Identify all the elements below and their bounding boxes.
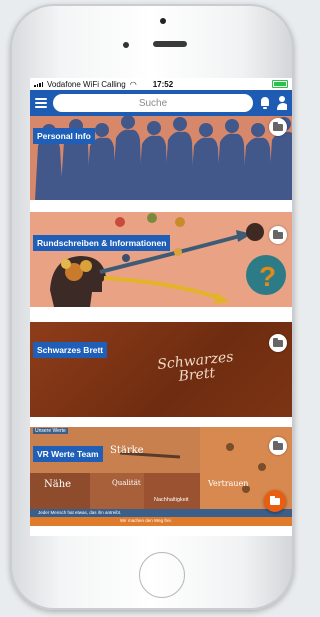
add-folder-fab[interactable] bbox=[264, 490, 286, 512]
hamburger-menu-icon[interactable] bbox=[35, 98, 47, 108]
values-caption: Jeder Mensch hat etwas, das ihn antreibt… bbox=[38, 510, 122, 515]
folder-icon[interactable] bbox=[269, 118, 287, 136]
channel-feed: Personal Info ? Rundschreiben & Informat… bbox=[30, 116, 292, 536]
battery-icon bbox=[272, 80, 288, 88]
folder-icon[interactable] bbox=[269, 334, 287, 352]
home-button[interactable] bbox=[139, 552, 185, 598]
values-tag: Unsere Werte bbox=[33, 428, 68, 434]
channel-card-vr-werte-team[interactable]: Unsere Werte Nähe Qualität Vertrauen Nac… bbox=[30, 427, 292, 526]
carrier-label: Vodafone WiFi Calling bbox=[47, 79, 126, 89]
wifi-icon: ◠ bbox=[129, 79, 137, 89]
value-word: Vertrauen bbox=[208, 479, 249, 488]
earpiece-speaker bbox=[153, 41, 187, 47]
svg-text:?: ? bbox=[259, 261, 276, 292]
card-label: Schwarzes Brett bbox=[33, 342, 108, 358]
card-label: Rundschreiben & Informationen bbox=[33, 235, 171, 251]
folder-icon[interactable] bbox=[269, 226, 287, 244]
front-camera bbox=[123, 42, 129, 48]
status-time: 17:52 bbox=[152, 79, 174, 89]
search-placeholder: Suche bbox=[138, 97, 168, 109]
values-caption: Wir machen den Weg frei. bbox=[120, 518, 172, 523]
card-label: VR Werte Team bbox=[33, 446, 103, 462]
channel-card-personal-info[interactable]: Personal Info bbox=[30, 116, 292, 200]
value-word: Stärke bbox=[110, 445, 144, 456]
chalkboard-text: Schwarzes Brett bbox=[157, 349, 236, 386]
value-word: Qualität bbox=[112, 479, 141, 487]
communication-illustration: ? bbox=[30, 212, 292, 307]
channel-card-rundschreiben[interactable]: ? Rundschreiben & Informationen bbox=[30, 212, 292, 307]
user-icon[interactable] bbox=[277, 96, 287, 110]
bell-icon[interactable] bbox=[259, 96, 271, 110]
card-label: Personal Info bbox=[33, 128, 95, 144]
value-word: Nähe bbox=[44, 479, 72, 490]
app-bar: Suche bbox=[30, 90, 292, 116]
search-input[interactable]: Suche bbox=[53, 94, 253, 112]
app-screen: Vodafone WiFi Calling ◠ 17:52 Suche Pers… bbox=[30, 78, 292, 536]
folder-icon[interactable] bbox=[269, 437, 287, 455]
proximity-sensor bbox=[160, 18, 166, 24]
value-word: Nachhaltigkeit bbox=[154, 497, 189, 503]
channel-card-schwarzes-brett[interactable]: Schwarzes Brett Schwarzes Brett bbox=[30, 322, 292, 417]
status-bar: Vodafone WiFi Calling ◠ 17:52 bbox=[30, 78, 292, 90]
signal-icon bbox=[34, 81, 43, 87]
